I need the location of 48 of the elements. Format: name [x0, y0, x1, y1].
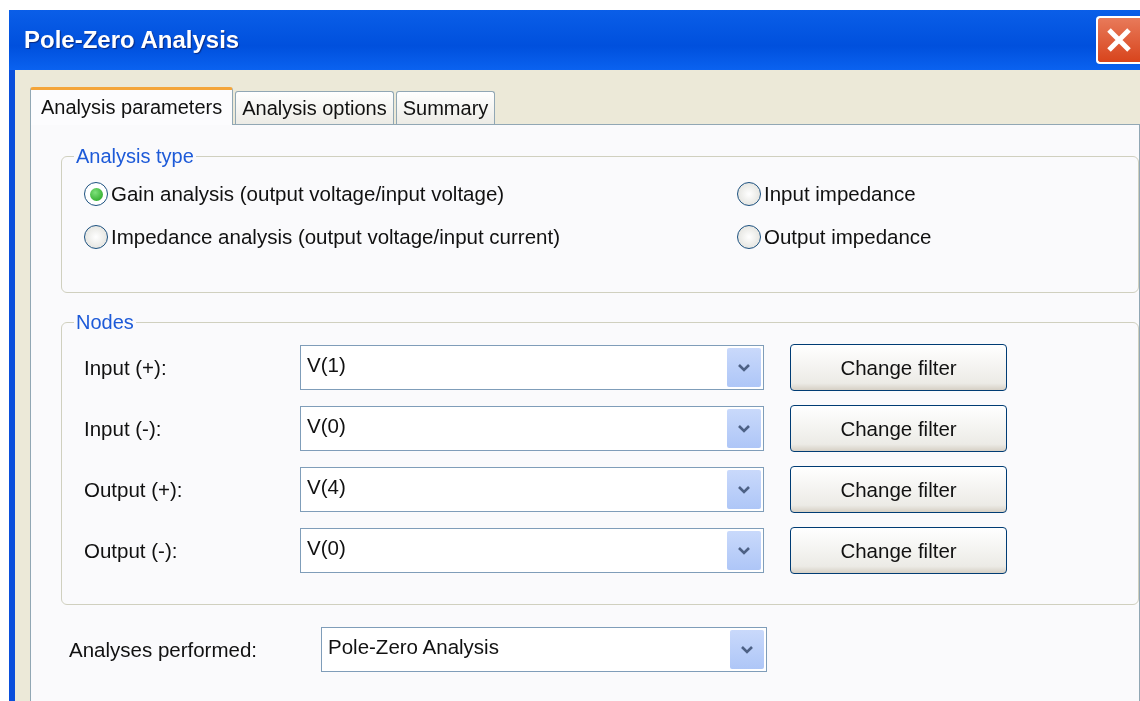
- change-filter-button[interactable]: Change filter: [790, 527, 1007, 574]
- chevron-down-icon: [737, 362, 751, 373]
- radio-option[interactable]: Gain analysis (output voltage/input voltage): [84, 182, 737, 206]
- chevron-down-icon: [737, 545, 751, 556]
- radio-option[interactable]: Impedance analysis (output voltage/input current): [84, 225, 737, 249]
- radio-button[interactable]: [737, 182, 761, 206]
- field-label: Input (+):: [84, 355, 168, 380]
- tab[interactable]: Analysis parameters: [30, 87, 234, 125]
- field-label: Output (-):: [84, 538, 179, 563]
- radio-label: Impedance analysis (output voltage/input current): [111, 225, 560, 249]
- chevron-down-icon: [740, 644, 754, 655]
- change-filter-button[interactable]: Change filter: [790, 344, 1007, 391]
- analysis-dropdown[interactable]: Pole-Zero Analysis: [321, 627, 767, 672]
- radio-label: Gain analysis (output voltage/input voltage): [111, 182, 505, 206]
- field-label: Analyses performed:: [69, 637, 258, 662]
- radio-label: Input impedance: [764, 182, 916, 206]
- radio-button[interactable]: [84, 225, 108, 249]
- group-title: Nodes: [75, 311, 135, 334]
- radio-label: Output impedance: [764, 225, 932, 249]
- radio-button[interactable]: [84, 182, 108, 206]
- dropdown-button[interactable]: [727, 348, 761, 387]
- dropdown-button[interactable]: [727, 409, 761, 448]
- dropdown-value: V(1): [306, 352, 346, 377]
- close-button[interactable]: [1096, 16, 1140, 64]
- dropdown-button[interactable]: [730, 630, 764, 669]
- chevron-down-icon: [737, 423, 751, 434]
- radio-option[interactable]: Output impedance: [737, 225, 1138, 249]
- change-filter-button[interactable]: Change filter: [790, 466, 1007, 513]
- dropdown-value: V(0): [306, 535, 346, 560]
- node-dropdown[interactable]: V(0): [300, 528, 764, 573]
- node-dropdown[interactable]: V(4): [300, 467, 764, 512]
- window-title: Pole-Zero Analysis: [24, 26, 240, 54]
- node-dropdown[interactable]: V(1): [300, 345, 764, 390]
- group-title: Analysis type: [75, 145, 195, 168]
- dropdown-button[interactable]: [727, 531, 761, 570]
- dropdown-value: V(4): [306, 474, 346, 499]
- radio-button[interactable]: [737, 225, 761, 249]
- dropdown-value: V(0): [306, 413, 346, 438]
- change-filter-button[interactable]: Change filter: [790, 405, 1007, 452]
- radio-option[interactable]: Input impedance: [737, 182, 1138, 206]
- tab[interactable]: Summary: [395, 91, 496, 124]
- field-label: Input (-):: [84, 416, 163, 441]
- field-label: Output (+):: [84, 477, 184, 502]
- dropdown-button[interactable]: [727, 470, 761, 509]
- chevron-down-icon: [737, 484, 751, 495]
- tab[interactable]: Analysis options: [235, 91, 394, 124]
- node-dropdown[interactable]: V(0): [300, 406, 764, 451]
- dropdown-value: Pole-Zero Analysis: [327, 634, 499, 659]
